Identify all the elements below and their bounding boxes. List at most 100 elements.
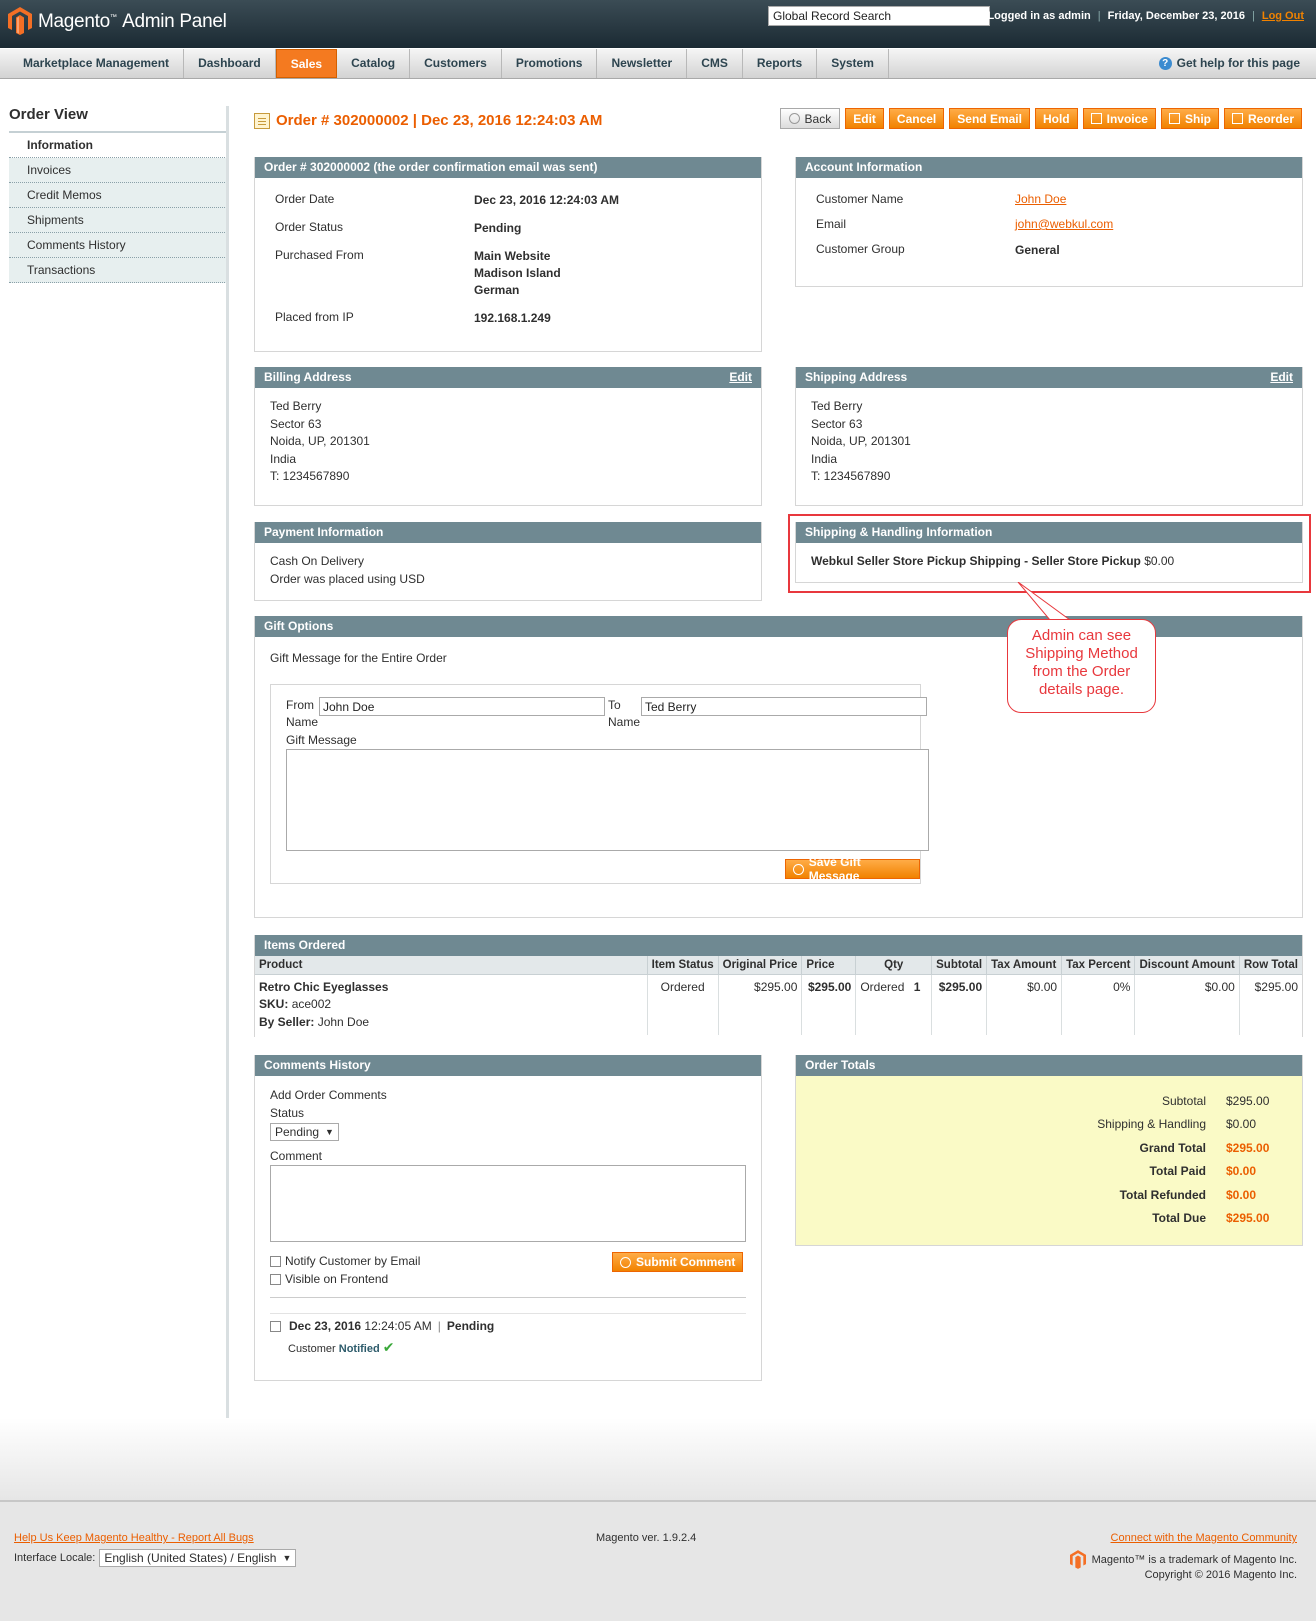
hold-button[interactable]: Hold — [1034, 108, 1078, 129]
discount-amount: $0.00 — [1134, 974, 1240, 1035]
nav-item-marketplace[interactable]: Marketplace Management — [0, 49, 185, 78]
header-user-info: Logged in as admin | Friday, December 23… — [987, 10, 1304, 22]
gift-message-label: Gift Message — [286, 733, 357, 747]
footer: Help Us Keep Magento Healthy - Report Al… — [0, 1500, 1316, 1621]
submit-comment-button[interactable]: Submit Comment — [612, 1252, 744, 1272]
reorder-icon — [1231, 113, 1243, 124]
nav-item-cms[interactable]: CMS — [687, 49, 743, 78]
nav-item-catalog[interactable]: Catalog — [337, 49, 411, 78]
tax-percent: 0% — [1061, 974, 1136, 1035]
placed-ip: 192.168.1.249 — [474, 311, 551, 325]
customer-group-label: Customer Group — [816, 242, 905, 256]
sidebar-item-shipments[interactable]: Shipments — [9, 208, 229, 233]
sidebar-item-invoices[interactable]: Invoices — [9, 158, 229, 183]
customer-email-link[interactable]: john@webkul.com — [1015, 217, 1113, 231]
payment-method: Cash On Delivery — [270, 554, 365, 568]
gift-message-textarea[interactable] — [286, 749, 929, 851]
comments-history-head: Comments History — [255, 1055, 761, 1076]
comment-history-entry: Dec 23, 2016 12:24:05 AM | Pending — [270, 1319, 494, 1333]
billing-address-box: Billing Address Edit Ted Berry Sector 63 … — [254, 367, 762, 506]
payment-currency: Order was placed using USD — [270, 571, 425, 586]
purchased-from-store: Madison Island — [474, 266, 561, 280]
invoice-button[interactable]: Invoice — [1082, 108, 1156, 129]
totals-due: $295.00 — [1226, 1211, 1270, 1226]
help-label: Get help for this page — [1176, 56, 1300, 70]
item-subtotal: $295.00 — [931, 974, 988, 1035]
visible-checkbox[interactable] — [270, 1274, 281, 1286]
global-search-input[interactable] — [768, 6, 990, 26]
reorder-button[interactable]: Reorder — [1223, 108, 1302, 129]
history-notified: Notified — [338, 1343, 380, 1355]
order-date-label: Order Date — [275, 192, 335, 206]
item-status: Ordered — [647, 974, 719, 1035]
order-date: Dec 23, 2016 12:24:03 AM — [474, 193, 619, 207]
sidebar: Order View Information Invoices Credit M… — [9, 106, 229, 283]
report-bugs-link[interactable]: Help Us Keep Magento Healthy - Report Al… — [14, 1532, 254, 1544]
magento-small-logo-icon — [1069, 1550, 1086, 1569]
history-checkbox[interactable] — [270, 1320, 281, 1332]
ship-button[interactable]: Ship — [1160, 108, 1219, 129]
send-email-button[interactable]: Send Email — [949, 108, 1030, 129]
back-button[interactable]: Back — [779, 108, 841, 129]
community-link[interactable]: Connect with the Magento Community — [1111, 1532, 1297, 1544]
gift-from-input[interactable] — [319, 697, 605, 716]
totals-paid: $0.00 — [1226, 1164, 1257, 1179]
billing-edit-link[interactable]: Edit — [729, 367, 752, 388]
shipping-address: Ted Berry Sector 63 Noida, UP, 201301 In… — [811, 399, 911, 483]
nav-item-sales[interactable]: Sales — [275, 49, 338, 78]
nav-item-customers[interactable]: Customers — [410, 49, 502, 78]
comments-history-box: Comments History Add Order Comments Stat… — [254, 1055, 762, 1381]
magento-logo-icon — [8, 7, 32, 35]
customer-name-label: Customer Name — [816, 192, 904, 206]
product-sku: ace002 — [291, 997, 332, 1011]
nav-item-reports[interactable]: Reports — [743, 49, 818, 78]
save-gift-message-button[interactable]: Save Gift Message — [785, 855, 920, 883]
help-link[interactable]: ? Get help for this page — [1158, 49, 1300, 78]
page-title-row: Order # 302000002 | Dec 23, 2016 12:24:0… — [254, 112, 602, 129]
item-qty: 1 — [913, 979, 921, 994]
sidebar-item-comments-history[interactable]: Comments History — [9, 233, 229, 258]
locale-select[interactable]: English (United States) / English ▼ — [99, 1549, 297, 1567]
edit-button[interactable]: Edit — [845, 108, 884, 129]
history-customer-label: Customer — [288, 1343, 336, 1355]
sidebar-item-information[interactable]: Information — [9, 133, 229, 158]
items-table: Product Item Status Original Price Price… — [255, 956, 1302, 1035]
comment-textarea[interactable] — [270, 1165, 746, 1242]
product-seller: John Doe — [317, 1014, 370, 1029]
sidebar-divider — [226, 106, 229, 1418]
customer-name-link[interactable]: John Doe — [1015, 192, 1066, 206]
payment-info-box: Payment Information Cash On Delivery Ord… — [254, 522, 762, 601]
gift-to-input[interactable] — [641, 697, 927, 716]
notify-checkbox[interactable] — [270, 1256, 281, 1268]
logout-link[interactable]: Log Out — [1262, 10, 1304, 22]
annotation-callout: Admin can see Shipping Method from the O… — [1007, 619, 1156, 713]
gift-from-label: From — [286, 698, 314, 712]
history-status: Pending — [446, 1319, 495, 1333]
nav-item-promotions[interactable]: Promotions — [502, 49, 598, 78]
row-total: $295.00 — [1254, 979, 1298, 994]
payment-head: Payment Information — [255, 522, 761, 543]
locale-label: Interface Locale: — [14, 1552, 96, 1564]
nav-item-dashboard[interactable]: Dashboard — [184, 49, 276, 78]
status-select[interactable]: Pending ▼ — [270, 1123, 339, 1141]
magento-version: Magento ver. 1.9.2.4 — [596, 1532, 697, 1544]
gift-subtitle: Gift Message for the Entire Order — [270, 651, 447, 665]
nav-item-system[interactable]: System — [817, 49, 889, 78]
logo[interactable]: Magento™ Admin Panel — [8, 7, 227, 35]
account-info-head: Account Information — [796, 157, 1302, 178]
purchased-from-view: German — [474, 283, 520, 297]
back-icon — [788, 113, 800, 124]
cancel-button[interactable]: Cancel — [888, 108, 945, 129]
visible-label: Visible on Frontend — [285, 1272, 389, 1286]
order-info-box: Order # 302000002 (the order confirmatio… — [254, 157, 762, 352]
order-status-label: Order Status — [275, 220, 344, 234]
nav-item-newsletter[interactable]: Newsletter — [597, 49, 688, 78]
check-icon — [620, 1256, 631, 1268]
sidebar-item-transactions[interactable]: Transactions — [9, 258, 229, 283]
shipping-edit-link[interactable]: Edit — [1270, 367, 1293, 388]
sidebar-item-credit-memos[interactable]: Credit Memos — [9, 183, 229, 208]
account-info-box: Account Information Customer Name John Do… — [795, 157, 1303, 287]
order-icon — [254, 112, 270, 129]
billing-address: Ted Berry Sector 63 Noida, UP, 201301 In… — [270, 399, 370, 483]
purchased-from-label: Purchased From — [275, 248, 364, 262]
